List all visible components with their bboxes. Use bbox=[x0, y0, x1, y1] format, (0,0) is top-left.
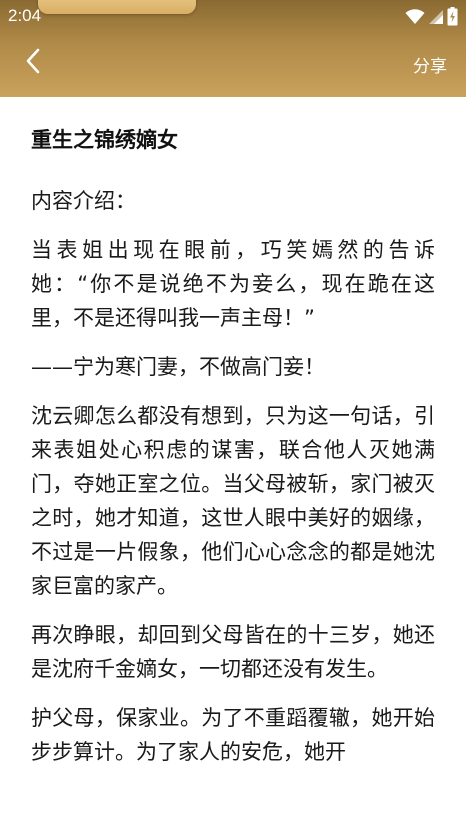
back-button[interactable] bbox=[16, 46, 50, 80]
share-button[interactable]: 分享 bbox=[413, 52, 447, 77]
chevron-left-icon bbox=[24, 47, 42, 79]
book-detail-screen: 2:04 分享 重生之锦绣嫡女 内容介绍： 当表姐出现在眼前，巧笑嫣然的告诉她：… bbox=[0, 0, 466, 830]
book-intro: 重生之锦绣嫡女 内容介绍： 当表姐出现在眼前，巧笑嫣然的告诉她：“你不是说绝不为… bbox=[31, 118, 435, 784]
intro-paragraph: 再次睁眼，却回到父母皆在的十三岁，她还是沈府千金嫡女，一切都还没有发生。 bbox=[31, 623, 435, 681]
wifi-icon bbox=[405, 8, 425, 25]
intro-label: 内容介绍： bbox=[31, 189, 136, 213]
book-title: 重生之锦绣嫡女 bbox=[31, 129, 178, 152]
status-bar: 2:04 bbox=[0, 0, 466, 32]
battery-icon bbox=[447, 7, 458, 26]
intro-paragraph: 沈云卿怎么都没有想到，只为这一句话，引来表姐处心积虑的谋害，联合他人灭她满门，夺… bbox=[31, 404, 435, 598]
intro-paragraph: 当表姐出现在眼前，巧笑嫣然的告诉她：“你不是说绝不为妾么，现在跪在这里，不是还得… bbox=[31, 238, 435, 330]
signal-icon bbox=[428, 9, 444, 25]
status-time: 2:04 bbox=[8, 6, 42, 25]
intro-paragraph: 护父母，保家业。为了不重蹈覆辙，她开始步步算计。为了家人的安危，她开 bbox=[31, 706, 435, 764]
intro-paragraph: ——宁为寒门妻，不做高门妾！ bbox=[31, 355, 325, 379]
status-icons bbox=[405, 7, 458, 26]
